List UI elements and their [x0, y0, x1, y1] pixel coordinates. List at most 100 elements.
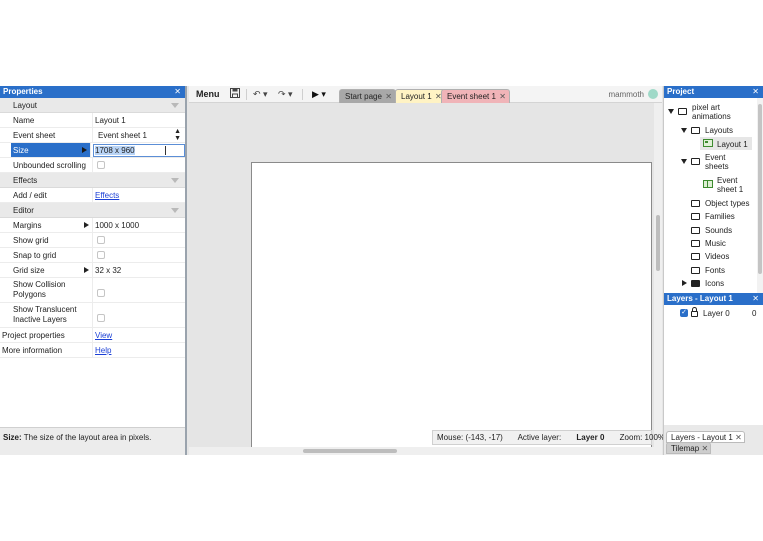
layers-panel: Layers - Layout 1 ✕ ✓ Layer 0 0 Layers -…: [663, 293, 763, 455]
prop-row-grid-size: Grid size 32 x 32: [0, 263, 185, 278]
layer-name[interactable]: Layer 0: [703, 309, 730, 318]
tree-fonts[interactable]: Fonts: [705, 266, 725, 275]
redo-icon[interactable]: ↷ ▾: [278, 88, 293, 101]
prop-snap-label: Snap to grid: [13, 248, 93, 262]
section-effects[interactable]: Effects: [0, 173, 185, 188]
effects-link[interactable]: Effects: [95, 191, 119, 200]
view-link[interactable]: View: [95, 331, 112, 340]
tree-event-sheets[interactable]: Event sheets: [705, 153, 750, 171]
mouse-position: Mouse: (-143, -17): [437, 433, 503, 442]
prop-collision-label: Show Collision Polygons: [13, 278, 93, 302]
project-scroll-thumb[interactable]: [758, 104, 762, 274]
layers-close-button[interactable]: ✕: [752, 293, 759, 305]
section-editor[interactable]: Editor: [0, 203, 185, 218]
prop-name-value[interactable]: Layout 1: [95, 113, 183, 127]
show-grid-checkbox[interactable]: [97, 236, 105, 244]
tree-videos[interactable]: Videos: [705, 252, 729, 261]
properties-close-button[interactable]: ✕: [174, 86, 181, 98]
tree-music[interactable]: Music: [705, 239, 726, 248]
prop-margins-value[interactable]: 1000 x 1000: [95, 218, 183, 232]
tab-close-icon[interactable]: ✕: [385, 90, 392, 103]
collapse-icon[interactable]: [681, 128, 687, 133]
layout-canvas[interactable]: [251, 162, 652, 452]
tree-sounds[interactable]: Sounds: [705, 226, 732, 235]
layout-view[interactable]: Mouse: (-143, -17) Active layer: Layer 0…: [189, 103, 665, 455]
text-cursor-icon: [165, 146, 166, 155]
tab-layers-layout-1[interactable]: Layers - Layout 1 ✕: [666, 431, 745, 443]
collapse-icon[interactable]: [171, 208, 179, 213]
horizontal-scroll-thumb[interactable]: [303, 449, 397, 453]
tree-layouts[interactable]: Layouts: [705, 126, 733, 135]
tree-object-types[interactable]: Object types: [705, 199, 749, 208]
prop-more-info-label: More information: [2, 343, 93, 357]
expand-icon[interactable]: [682, 280, 687, 286]
folder-icon: [691, 253, 700, 260]
collapse-icon[interactable]: [171, 103, 179, 108]
prop-row-margins: Margins 1000 x 1000: [0, 218, 185, 233]
help-link[interactable]: Help: [95, 346, 111, 355]
tab-start-page[interactable]: Start page ✕: [339, 89, 396, 103]
collapse-icon[interactable]: [668, 109, 674, 114]
layout-icon: [703, 139, 713, 147]
save-icon[interactable]: [230, 88, 240, 101]
prop-grid-size-label: Grid size: [13, 263, 93, 277]
tab-close-icon[interactable]: ✕: [701, 443, 708, 454]
vertical-scroll-thumb[interactable]: [656, 215, 660, 271]
horizontal-scrollbar[interactable]: [189, 447, 662, 455]
snap-to-grid-checkbox[interactable]: [97, 251, 105, 259]
prop-grid-size-value[interactable]: 32 x 32: [95, 263, 183, 277]
expand-arrow-icon[interactable]: [82, 147, 87, 153]
folder-icon: [678, 108, 687, 115]
tree-families[interactable]: Families: [705, 212, 735, 221]
prop-project-properties-label: Project properties: [2, 328, 93, 342]
tab-layout-1[interactable]: Layout 1 ✕: [395, 89, 446, 103]
tree-layout-1[interactable]: Layout 1: [717, 140, 748, 149]
play-icon[interactable]: ▶ ▾: [312, 88, 326, 101]
menu-button[interactable]: Menu: [192, 88, 224, 101]
select-updown-icon: ▲ ▼: [174, 128, 181, 142]
tab-layout-1-label: Layout 1: [401, 92, 432, 101]
unbounded-scrolling-checkbox[interactable]: [97, 161, 105, 169]
lock-icon[interactable]: [691, 307, 698, 317]
prop-show-grid-label: Show grid: [13, 233, 93, 247]
event-sheet-select[interactable]: Event sheet 1 ▲ ▼: [95, 128, 183, 142]
collapse-icon[interactable]: [681, 159, 687, 164]
tab-tilemap[interactable]: Tilemap ✕: [666, 442, 712, 454]
prop-name-label: Name: [13, 113, 93, 127]
undo-icon[interactable]: ↶ ▾: [253, 88, 268, 101]
expand-arrow-icon[interactable]: [84, 222, 89, 228]
prop-row-snap: Snap to grid: [0, 248, 185, 263]
prop-row-size: Size 1708 x 960: [0, 143, 185, 158]
prop-row-unbounded: Unbounded scrolling: [0, 158, 185, 173]
show-translucent-checkbox[interactable]: [97, 314, 105, 322]
tab-event-sheet-1-label: Event sheet 1: [447, 92, 496, 101]
bottom-tab-bar: Layers - Layout 1 ✕ Tilemap ✕: [664, 425, 763, 455]
layer-visible-checkbox[interactable]: ✓: [680, 309, 688, 317]
section-editor-label: Editor: [13, 206, 34, 215]
tree-root[interactable]: pixel art animations: [692, 103, 752, 121]
properties-panel: Properties ✕ Layout Name Layout 1 Event …: [0, 86, 187, 455]
tab-event-sheet-1[interactable]: Event sheet 1 ✕: [441, 89, 510, 103]
help-text: The size of the layout area in pixels.: [21, 433, 152, 442]
project-title-bar: Project ✕: [664, 86, 763, 98]
project-scrollbar[interactable]: [757, 98, 763, 293]
prop-row-show-grid: Show grid: [0, 233, 185, 248]
prop-row-add-edit: Add / edit Effects: [0, 188, 185, 203]
expand-arrow-icon[interactable]: [84, 267, 89, 273]
prop-add-edit-label: Add / edit: [13, 188, 93, 202]
prop-row-collision: Show Collision Polygons: [0, 278, 185, 303]
folder-icon: [691, 227, 700, 234]
section-layout[interactable]: Layout: [0, 98, 185, 113]
tab-close-icon[interactable]: ✕: [499, 90, 506, 103]
show-collision-checkbox[interactable]: [97, 289, 105, 297]
tree-event-sheet-1[interactable]: Event sheet 1: [717, 176, 752, 194]
vertical-scrollbar[interactable]: [654, 103, 662, 447]
tree-icons[interactable]: Icons: [705, 279, 724, 288]
size-input[interactable]: 1708 x 960: [93, 144, 185, 157]
mammoth-logo-icon: [648, 89, 658, 99]
tab-close-icon[interactable]: ✕: [735, 432, 742, 443]
event-sheet-icon: [703, 180, 713, 188]
collapse-icon[interactable]: [171, 178, 179, 183]
toolbar-divider: [302, 89, 303, 100]
project-close-button[interactable]: ✕: [752, 86, 759, 98]
